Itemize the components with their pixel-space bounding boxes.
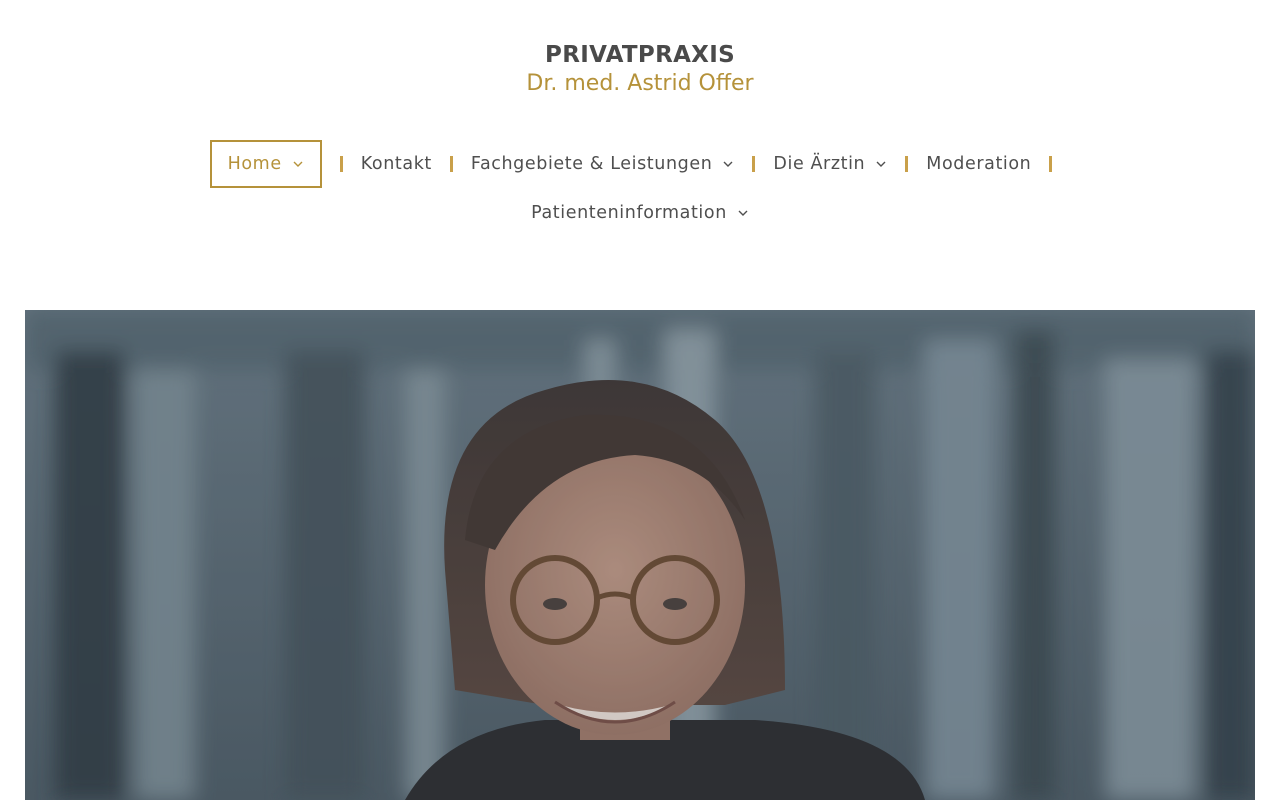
nav-item-home[interactable]: Home [209, 140, 322, 188]
nav-label-kontakt: Kontakt [360, 154, 432, 174]
site-header: PRIVATPRAXIS Dr. med. Astrid Offer Home … [0, 0, 1280, 310]
chevron-down-icon [875, 158, 887, 170]
nav-label-fachgebiete: Fachgebiete & Leistungen [470, 154, 713, 174]
nav-label-die-aerztin: Die Ärztin [773, 154, 866, 174]
nav-separator [339, 156, 343, 172]
nav-item-kontakt[interactable]: Kontakt [361, 140, 432, 188]
nav-label-moderation: Moderation [926, 154, 1032, 174]
nav-item-die-aerztin[interactable]: Die Ärztin [773, 140, 887, 188]
nav-separator [905, 156, 909, 172]
brand-subtitle: Dr. med. Astrid Offer [526, 71, 754, 96]
nav-row-1: Home Kontakt Fachgebiete & Leistungen Di… [0, 140, 1280, 188]
nav-item-patienteninformation[interactable]: Patienteninformation [531, 189, 749, 237]
chevron-down-icon [737, 207, 749, 219]
nav-item-fachgebiete[interactable]: Fachgebiete & Leistungen [471, 140, 735, 188]
chevron-down-icon [722, 158, 734, 170]
chevron-down-icon [292, 158, 304, 170]
nav-item-moderation[interactable]: Moderation [926, 140, 1031, 188]
hero-portrait-image [25, 310, 1255, 800]
nav-separator [449, 156, 453, 172]
nav-label-patienteninformation: Patienteninformation [531, 203, 727, 223]
nav-separator [1049, 156, 1053, 172]
brand-title: PRIVATPRAXIS [545, 42, 735, 68]
nav-separator [752, 156, 756, 172]
nav-label-home: Home [227, 154, 282, 174]
site-logo-link[interactable]: PRIVATPRAXIS Dr. med. Astrid Offer [0, 40, 1280, 98]
nav-row-2: Patienteninformation [0, 196, 1280, 230]
